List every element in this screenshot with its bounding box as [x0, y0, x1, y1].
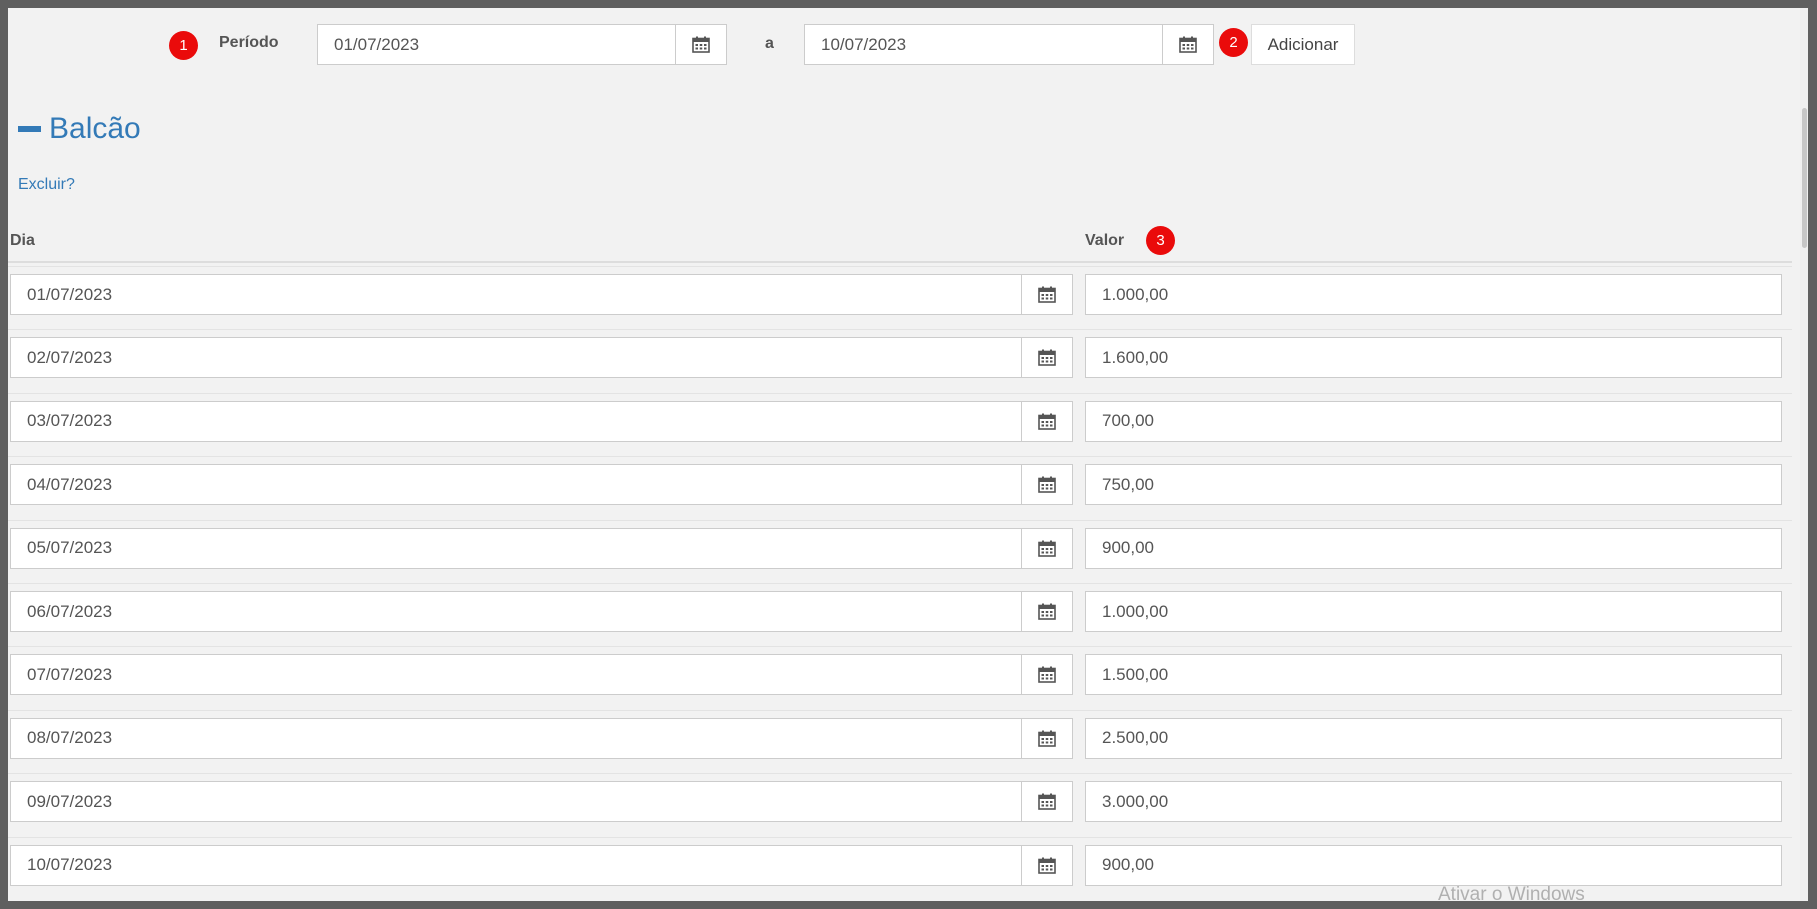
calendar-icon [1038, 666, 1056, 684]
day-input[interactable]: 06/07/2023 [10, 591, 1022, 632]
calendar-icon [1038, 857, 1056, 874]
value-input[interactable]: 900,00 [1085, 844, 1782, 886]
day-calendar-button[interactable] [1021, 844, 1073, 886]
day-input[interactable]: 05/07/2023 [10, 527, 1022, 569]
day-input[interactable]: 09/07/2023 [10, 781, 1022, 823]
page-content: 1 Período 01/07/2023 a 10/07/2023 2 Adic… [8, 8, 1808, 901]
day-calendar-button[interactable] [1021, 400, 1073, 442]
value-input[interactable]: 2.500,00 [1085, 717, 1782, 759]
day-input[interactable]: 01/07/2023 [10, 274, 1022, 315]
day-calendar-button[interactable] [1021, 781, 1073, 823]
calendar-icon [692, 36, 710, 53]
row-divider [8, 266, 1792, 267]
row-divider [8, 519, 1792, 521]
row-divider [8, 773, 1792, 775]
row-divider [8, 836, 1792, 838]
row-divider [8, 329, 1792, 331]
column-header-value: Valor [1085, 232, 1125, 249]
day-input[interactable]: 04/07/2023 [10, 464, 1022, 506]
value-input[interactable]: 3.000,00 [1085, 781, 1782, 823]
row-divider [8, 583, 1792, 584]
marker-2: 2 [1219, 28, 1248, 57]
marker-3: 3 [1146, 226, 1175, 255]
section-title: Balcão [49, 112, 141, 145]
value-input[interactable]: 750,00 [1085, 464, 1782, 506]
day-input[interactable]: 07/07/2023 [10, 654, 1022, 696]
day-input[interactable]: 02/07/2023 [10, 337, 1022, 379]
calendar-icon [1038, 286, 1056, 303]
day-input[interactable]: 08/07/2023 [10, 717, 1022, 759]
value-input[interactable]: 1.600,00 [1085, 337, 1782, 379]
marker-1: 1 [169, 31, 198, 60]
windows-activation-watermark: Ativar o Windows [1438, 884, 1585, 901]
day-calendar-button[interactable] [1021, 717, 1073, 759]
add-button[interactable]: Adicionar [1251, 24, 1355, 65]
period-separator: a [765, 35, 774, 52]
calendar-icon [1038, 730, 1056, 747]
period-start-input[interactable]: 01/07/2023 [317, 24, 676, 65]
table-header-divider [8, 261, 1792, 263]
day-calendar-button[interactable] [1021, 337, 1073, 379]
row-divider [8, 392, 1792, 394]
day-calendar-button[interactable] [1021, 274, 1073, 315]
column-header-day: Dia [10, 232, 35, 249]
calendar-icon [1038, 603, 1056, 620]
calendar-icon [1038, 476, 1056, 493]
day-calendar-button[interactable] [1021, 527, 1073, 569]
period-end-calendar-button[interactable] [1162, 24, 1214, 65]
calendar-icon [1038, 349, 1056, 367]
scrollbar-thumb[interactable] [1802, 108, 1807, 248]
section-header[interactable]: Balcão [18, 112, 141, 146]
period-end-input[interactable]: 10/07/2023 [804, 24, 1163, 65]
calendar-icon [1038, 793, 1056, 810]
period-label: Período [219, 34, 279, 51]
value-input[interactable]: 900,00 [1085, 527, 1782, 569]
calendar-icon [1038, 540, 1056, 557]
row-divider [8, 709, 1792, 711]
row-divider [8, 646, 1792, 648]
value-input[interactable]: 1.000,00 [1085, 274, 1782, 315]
row-divider [8, 456, 1792, 458]
period-start-calendar-button[interactable] [675, 24, 727, 65]
value-input[interactable]: 700,00 [1085, 400, 1782, 442]
calendar-icon [1038, 413, 1056, 430]
minus-icon [18, 126, 41, 132]
scrollbar[interactable] [1800, 8, 1808, 901]
value-input[interactable]: 1.500,00 [1085, 654, 1782, 696]
delete-link[interactable]: Excluir? [18, 176, 75, 194]
day-calendar-button[interactable] [1021, 464, 1073, 506]
value-input[interactable]: 1.000,00 [1085, 591, 1782, 632]
day-calendar-button[interactable] [1021, 591, 1073, 632]
day-input[interactable]: 10/07/2023 [10, 844, 1022, 886]
day-input[interactable]: 03/07/2023 [10, 400, 1022, 442]
calendar-icon [1179, 36, 1197, 53]
day-calendar-button[interactable] [1021, 654, 1073, 696]
